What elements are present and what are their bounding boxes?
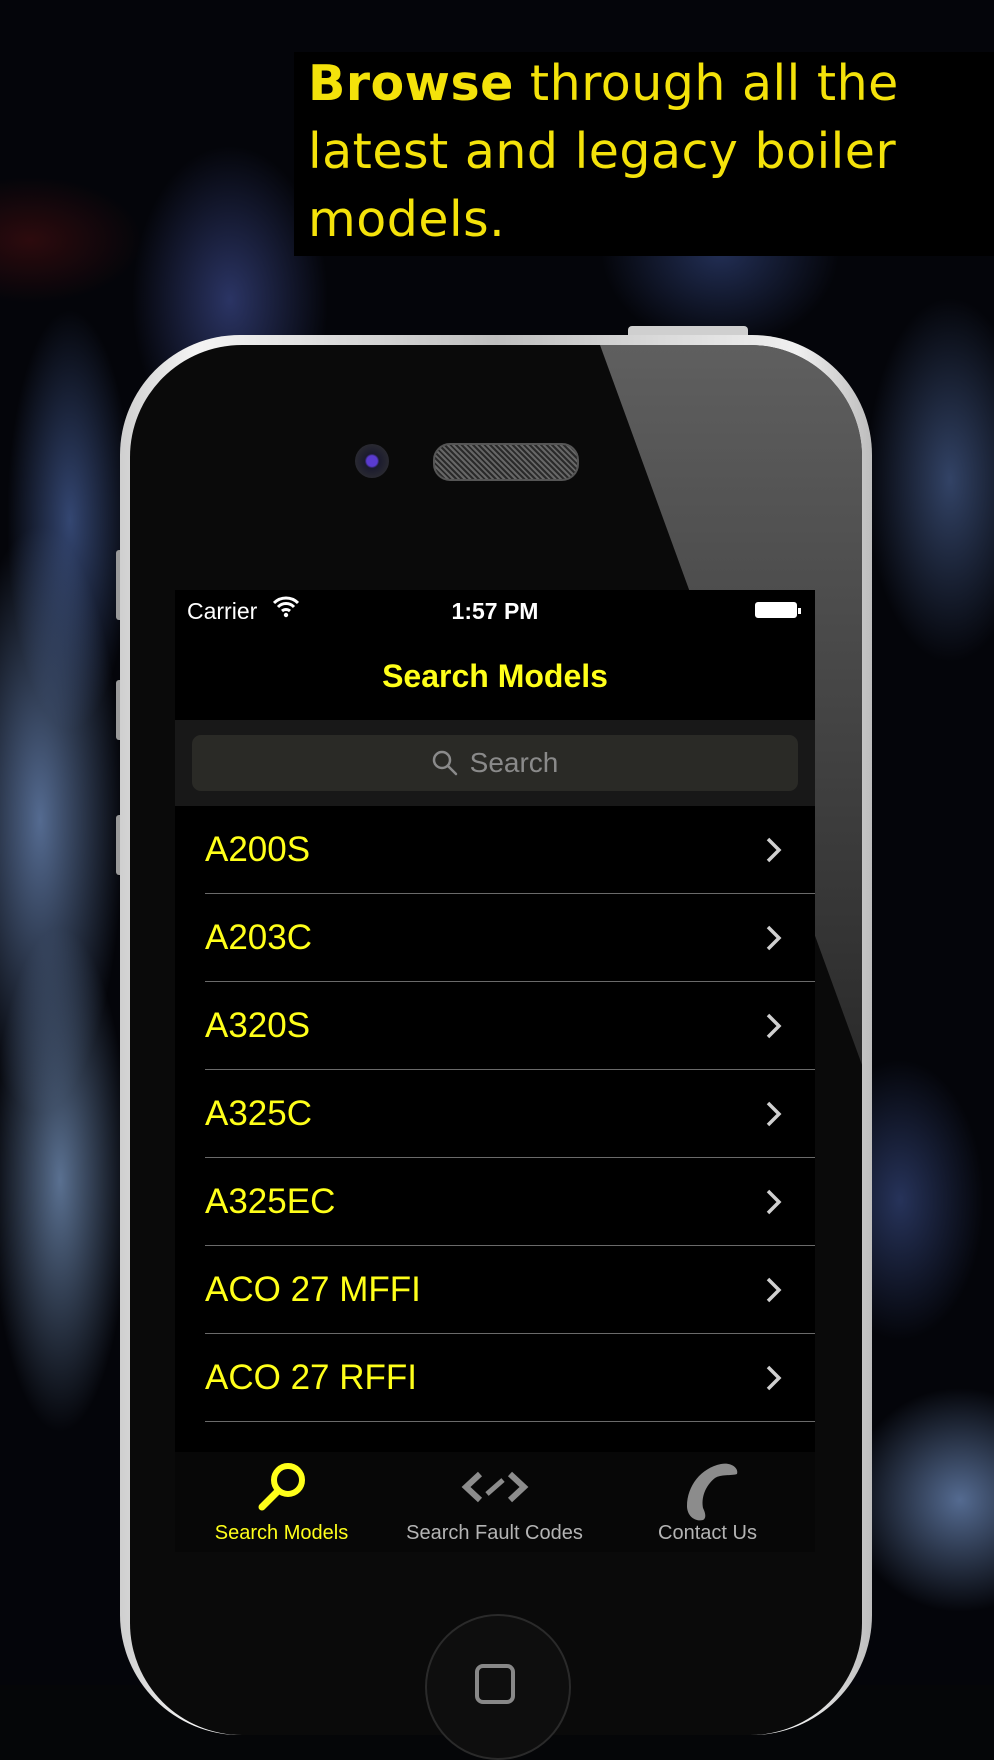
chevron-right-icon — [765, 924, 783, 957]
promo-caption: Browse through all the latest and legacy… — [308, 50, 988, 254]
tab-search-models[interactable]: Search Models — [175, 1452, 388, 1552]
navigation-bar: Search Models — [175, 630, 815, 718]
list-item[interactable]: A200S — [175, 806, 815, 894]
home-button-square-icon — [475, 1664, 515, 1704]
search-bar: Search — [175, 720, 815, 806]
chevron-right-icon — [765, 1276, 783, 1309]
status-time: 1:57 PM — [451, 598, 539, 624]
chevron-right-icon — [765, 1364, 783, 1397]
list-item[interactable]: A203C — [175, 894, 815, 982]
list-item-label: A203C — [205, 918, 313, 957]
tab-bar: Search Models Search Fault Codes Contact… — [175, 1452, 815, 1552]
list-item-label: ACO 27 RFFI — [205, 1358, 417, 1397]
chevron-right-icon — [765, 1012, 783, 1045]
earpiece-speaker — [433, 443, 579, 481]
status-bar: Carrier 1:57 PM — [175, 590, 815, 630]
search-input[interactable]: Search — [192, 735, 798, 791]
app-screen: Carrier 1:57 PM Search Models Search A20… — [175, 590, 815, 1552]
tab-search-fault-codes[interactable]: Search Fault Codes — [388, 1452, 601, 1552]
chevron-right-icon — [765, 1100, 783, 1133]
code-brackets-icon — [461, 1471, 528, 1503]
list-item-label: A325EC — [205, 1182, 336, 1221]
phone-handset-icon — [686, 1463, 737, 1521]
battery-icon — [755, 602, 801, 618]
tab-contact-us[interactable]: Contact Us — [601, 1452, 814, 1552]
tab-label: Search Models — [214, 1522, 349, 1544]
list-item[interactable]: ACO 27 RFFI — [175, 1334, 815, 1422]
front-camera — [355, 444, 389, 478]
list-item[interactable]: A325EC — [175, 1158, 815, 1246]
page-title: Search Models — [382, 658, 608, 694]
search-placeholder: Search — [469, 747, 559, 778]
caption-bold: Browse — [308, 55, 514, 112]
list-item-label: A325C — [205, 1094, 313, 1133]
list-item[interactable]: A325C — [175, 1070, 815, 1158]
models-list: A200S A203C A320S A325C A325EC ACO 27 MF… — [175, 806, 815, 1510]
list-item[interactable]: A320S — [175, 982, 815, 1070]
search-icon — [432, 750, 457, 776]
list-item-label: A320S — [205, 1006, 311, 1045]
chevron-right-icon — [765, 836, 783, 869]
magnifier-icon — [258, 1463, 305, 1511]
list-item[interactable]: ACO 27 MFFI — [175, 1246, 815, 1334]
tab-label: Contact Us — [658, 1522, 757, 1544]
list-item-label: A200S — [205, 830, 311, 869]
list-item-label: ACO 27 MFFI — [205, 1270, 421, 1309]
chevron-right-icon — [765, 1188, 783, 1221]
tab-label: Search Fault Codes — [406, 1522, 583, 1544]
